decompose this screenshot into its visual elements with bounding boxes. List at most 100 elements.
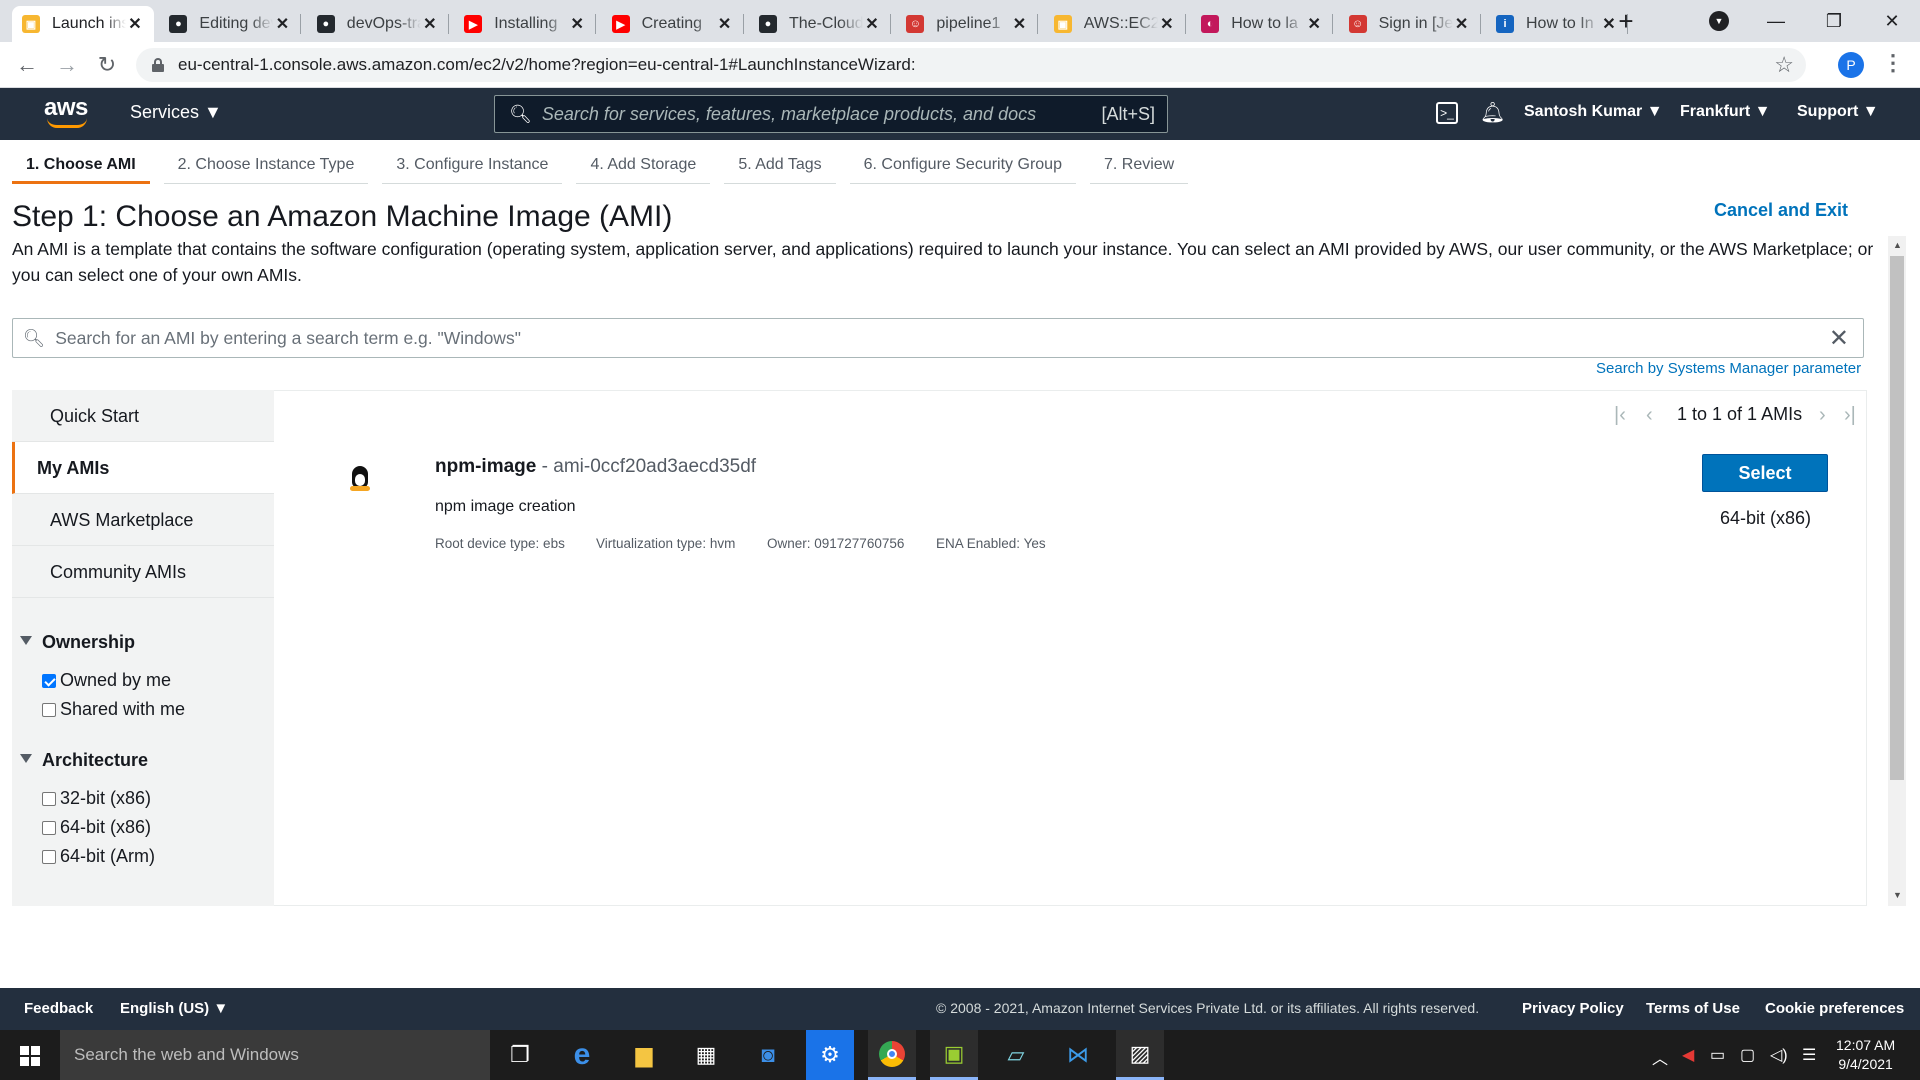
step-add-storage[interactable]: 4. Add Storage [576,150,711,184]
store-icon[interactable]: ▦ [682,1030,730,1080]
task-view-icon[interactable]: ❐ [496,1030,544,1080]
aws-logo[interactable]: aws [44,96,90,132]
step-choose-ami[interactable]: 1. Choose AMI [12,150,150,184]
last-page-icon[interactable]: ›| [1844,404,1856,427]
sidebar-item-my-amis[interactable]: My AMIs [12,442,274,494]
scroll-down-icon[interactable]: ▼ [1893,890,1902,900]
privacy-policy-link[interactable]: Privacy Policy [1522,1000,1624,1017]
network-icon[interactable]: ▢ [1740,1045,1755,1065]
battery-icon[interactable]: ▭ [1710,1045,1725,1065]
file-explorer-icon[interactable]: ▆ [620,1030,668,1080]
ownership-filter-header[interactable]: Ownership [20,632,135,653]
url-field[interactable]: eu-central-1.console.aws.amazon.com/ec2/… [136,48,1806,82]
region-menu[interactable]: Frankfurt ▼ [1680,103,1771,121]
settings-gear-icon[interactable]: ⚙ [806,1030,854,1080]
volume-muted-icon[interactable]: ◀ [1682,1045,1694,1065]
cookie-preferences-link[interactable]: Cookie preferences [1765,1000,1904,1017]
feedback-link[interactable]: Feedback [24,1000,93,1017]
browser-tab[interactable]: ▣ AWS::EC2 ✕ [1044,6,1186,42]
taskbar-search-input[interactable]: Search the web and Windows [60,1030,490,1080]
browser-tab[interactable]: ☺ pipeline1 ✕ [896,6,1039,42]
step-choose-instance-type[interactable]: 2. Choose Instance Type [163,150,369,184]
lock-icon[interactable] [152,58,164,72]
tab-search-icon[interactable]: ▼ [1709,11,1729,31]
browser-tab[interactable]: ◐ How to la ✕ [1191,6,1334,42]
new-tab-button[interactable]: + [1612,8,1640,36]
next-page-icon[interactable]: › [1819,404,1826,427]
checkbox-checked-icon[interactable] [42,673,56,688]
sidebar-item-aws-marketplace[interactable]: AWS Marketplace [12,494,274,546]
browser-tab[interactable]: i How to In ✕ [1486,6,1628,42]
first-page-icon[interactable]: |‹ [1614,404,1626,427]
sidebar-item-community-amis[interactable]: Community AMIs [12,546,274,598]
windows-start-icon[interactable] [20,1046,40,1066]
browser-tab[interactable]: ● Editing devOps✕ [159,6,302,42]
tray-chevron-icon[interactable]: ︿ [1652,1045,1668,1069]
browser-tab[interactable]: ☺ Sign in [Je ✕ [1339,6,1481,42]
terminal-icon[interactable]: ▣ [930,1030,978,1080]
clear-search-icon[interactable]: ✕ [1829,324,1849,353]
tab-close-icon[interactable]: ✕ [568,14,586,34]
support-menu[interactable]: Support ▼ [1797,103,1879,121]
notifications-bell-icon[interactable]: 🔔︎ [1480,100,1505,125]
notepad-icon[interactable]: ▱ [992,1030,1040,1080]
browser-tab[interactable]: ▶ Creating ✕ [602,6,744,42]
checkbox-icon[interactable] [42,791,56,806]
arch-64-arm-checkbox[interactable]: 64-bit (Arm) [42,846,155,867]
cloudshell-icon[interactable]: >_ [1436,102,1458,124]
checkbox-icon[interactable] [42,702,56,717]
reload-icon[interactable]: ↻ [92,50,122,80]
tab-close-icon[interactable]: ✕ [1453,14,1471,34]
browser-tab[interactable]: ▶ Installing ✕ [454,6,597,42]
tab-close-icon[interactable]: ✕ [1010,14,1028,34]
browser-tab[interactable]: ● The-Cloud ✕ [749,6,891,42]
taskbar-clock[interactable]: 12:07 AM 9/4/2021 [1836,1036,1895,1074]
window-close-icon[interactable]: ✕ [1872,6,1912,36]
tab-close-icon[interactable]: ✕ [1305,14,1323,34]
photos-icon[interactable]: ▨ [1116,1030,1164,1080]
step-configure-security-group[interactable]: 6. Configure Security Group [849,150,1076,184]
owned-by-me-checkbox[interactable]: Owned by me [42,670,171,691]
arch-32-x86-checkbox[interactable]: 32-bit (x86) [42,788,151,809]
edge-icon[interactable]: e [558,1030,606,1080]
language-selector[interactable]: English (US) ▼ [120,1000,228,1017]
sidebar-item-quick-start[interactable]: Quick Start [12,390,274,442]
cancel-and-exit-link[interactable]: Cancel and Exit [1714,200,1848,221]
minimize-icon[interactable]: — [1756,6,1796,36]
shared-with-me-checkbox[interactable]: Shared with me [42,699,185,720]
page-scrollbar[interactable]: ▲ ▼ [1888,236,1906,906]
select-ami-button[interactable]: Select [1702,454,1828,492]
profile-avatar[interactable]: P [1838,52,1864,78]
tab-close-icon[interactable]: ✕ [716,14,734,34]
tab-close-icon[interactable]: ✕ [1158,14,1176,34]
tab-close-icon[interactable]: ✕ [863,14,881,34]
ssm-parameter-search-link[interactable]: Search by Systems Manager parameter [1596,360,1861,377]
restore-icon[interactable]: ❐ [1814,6,1854,36]
vscode-icon[interactable]: ⋈ [1054,1030,1102,1080]
aws-global-search[interactable]: 🔍︎ Search for services, features, market… [494,95,1168,133]
back-arrow-icon[interactable]: ← [12,50,42,80]
previous-page-icon[interactable]: ‹ [1646,404,1653,427]
browser-tab[interactable]: ● devOps-training✕ [307,6,449,42]
forward-arrow-icon[interactable]: → [52,50,82,80]
browser-tab[interactable]: ▣ Launch instance wizard✕ [12,6,154,42]
bookmark-star-icon[interactable]: ☆ [1774,52,1794,78]
architecture-filter-header[interactable]: Architecture [20,750,148,771]
tab-close-icon[interactable]: ✕ [126,14,144,34]
step-add-tags[interactable]: 5. Add Tags [724,150,836,184]
arch-64-x86-checkbox[interactable]: 64-bit (x86) [42,817,151,838]
step-review[interactable]: 7. Review [1089,150,1189,184]
checkbox-icon[interactable] [42,820,56,835]
speaker-icon[interactable]: ◁) [1770,1045,1788,1065]
action-center-icon[interactable]: ☰ [1802,1045,1816,1065]
terms-of-use-link[interactable]: Terms of Use [1646,1000,1740,1017]
browser-menu-icon[interactable]: ⋮ [1882,50,1904,76]
camera-app-icon[interactable]: ◙ [744,1030,792,1080]
checkbox-icon[interactable] [42,849,56,864]
tab-close-icon[interactable]: ✕ [421,14,439,34]
scrollbar-thumb[interactable] [1890,256,1904,780]
scroll-up-icon[interactable]: ▲ [1893,240,1902,250]
ami-search-input[interactable]: 🔍︎ Search for an AMI by entering a searc… [12,318,1864,358]
chrome-icon[interactable] [868,1030,916,1080]
step-configure-instance[interactable]: 3. Configure Instance [382,150,563,184]
